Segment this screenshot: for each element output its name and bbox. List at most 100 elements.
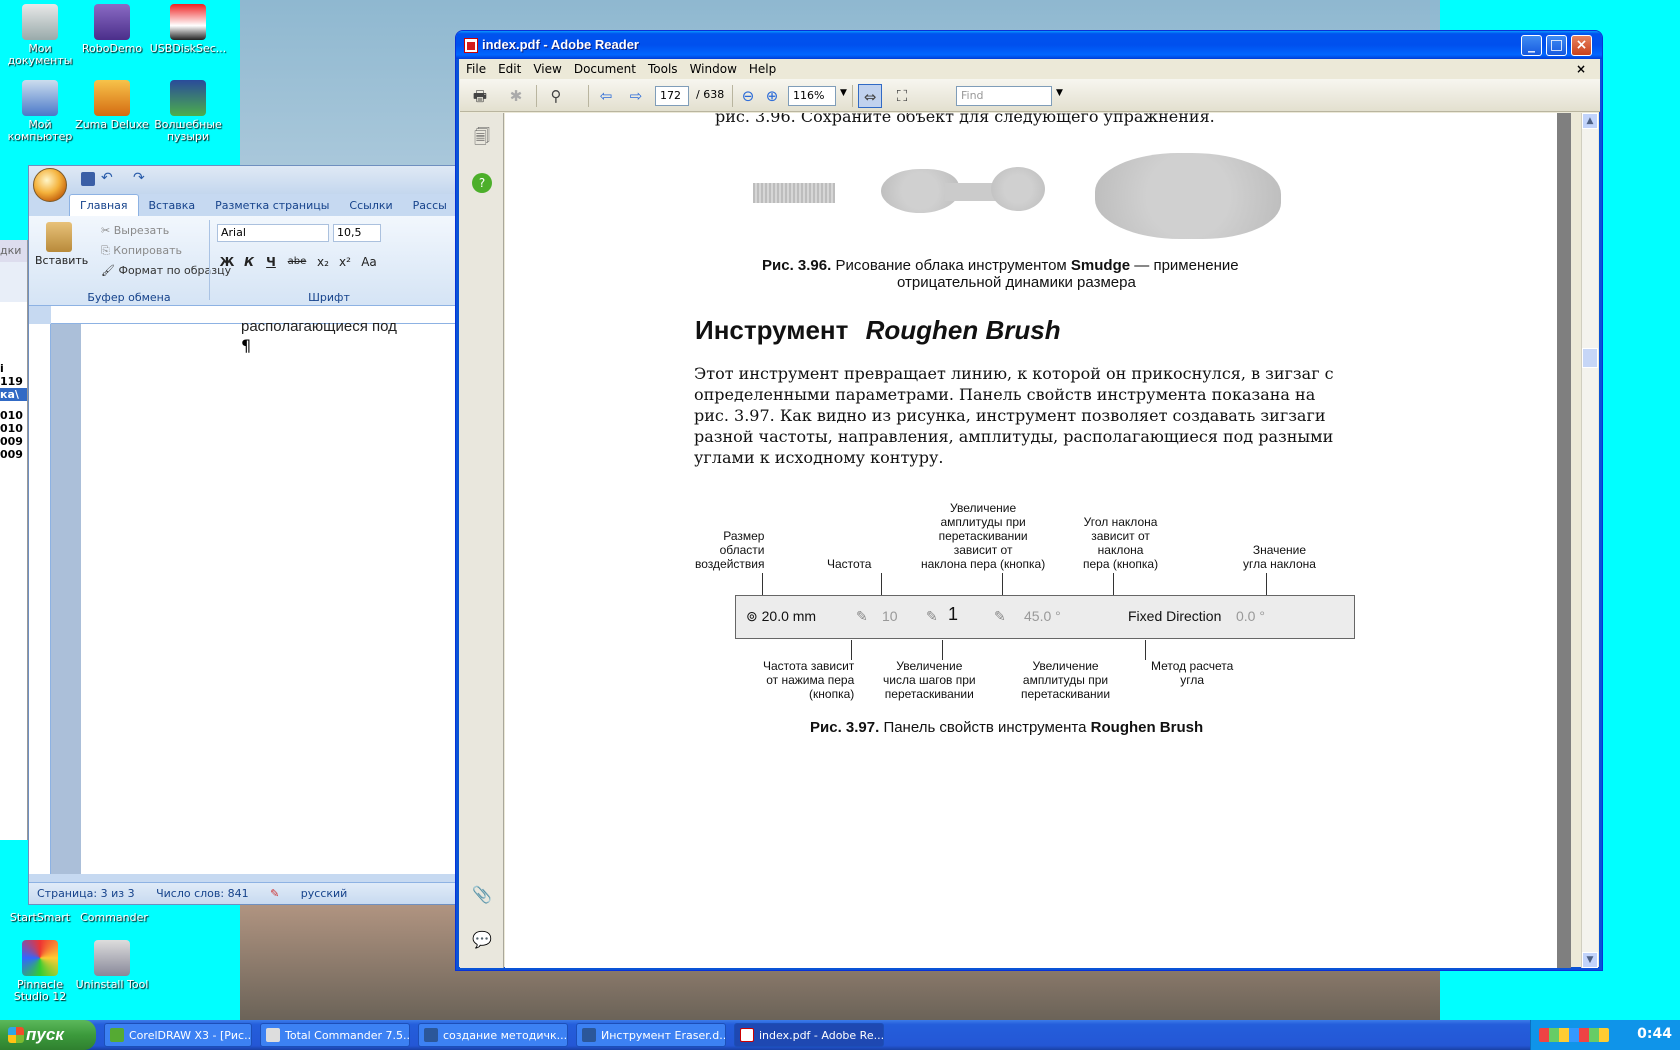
menu-window[interactable]: Window	[684, 59, 743, 79]
find-people-icon[interactable]: ⚲	[544, 84, 568, 108]
subscript-button[interactable]: x₂	[313, 252, 333, 272]
title-bar[interactable]: index.pdf - Adobe Reader _ □ ×	[456, 31, 1602, 59]
strikethrough-button[interactable]: abe	[287, 252, 307, 272]
desktop-icon-uninstall[interactable]: Uninstall Tool	[72, 940, 152, 991]
steps-value: 1	[948, 604, 959, 624]
paste-button[interactable]: Вставить	[35, 222, 88, 278]
save-icon[interactable]	[81, 172, 95, 186]
clock[interactable]: 0:44	[1637, 1026, 1672, 1042]
tab-insert[interactable]: Вставка	[139, 195, 206, 217]
fragment: ка\	[0, 388, 27, 401]
menu-view[interactable]: View	[527, 59, 567, 79]
find-input[interactable]: Find	[956, 86, 1052, 106]
page-number-input[interactable]: 172	[655, 86, 689, 106]
desktop-icon-bubbles[interactable]: Волшебные пузыри	[148, 80, 228, 143]
annotation-frequency: Частота	[827, 557, 872, 571]
scroll-down-icon[interactable]: ▼	[1582, 952, 1598, 968]
task-total-commander[interactable]: Total Commander 7.5...	[260, 1023, 410, 1047]
task-adobe-reader[interactable]: index.pdf - Adobe Re...	[734, 1023, 884, 1047]
attachment-icon[interactable]: 📎	[470, 883, 494, 907]
maximize-button[interactable]: □	[1546, 35, 1567, 56]
close-button[interactable]: ×	[1571, 35, 1592, 56]
desktop-icon-commander[interactable]: Commander	[74, 912, 154, 924]
tray-icons[interactable]	[1539, 1028, 1609, 1042]
caption-tool: Smudge	[1070, 257, 1131, 274]
print-icon[interactable]: 🖶	[468, 84, 492, 108]
spellcheck-icon[interactable]: ✎	[270, 887, 279, 900]
annotation-amp-drag: Увеличение амплитуды при перетаскивании	[1021, 659, 1110, 701]
chevron-down-icon[interactable]: ▼	[840, 88, 847, 98]
fit-width-icon[interactable]: ⇔	[858, 84, 882, 108]
superscript-button[interactable]: x²	[335, 252, 355, 272]
chevron-down-icon[interactable]: ▼	[1056, 88, 1063, 98]
desktop-icon-my-documents[interactable]: Мои документы	[0, 4, 80, 67]
scroll-up-icon[interactable]: ▲	[1582, 113, 1598, 129]
collaborate-icon[interactable]: ✱	[504, 84, 528, 108]
copy-button[interactable]: ⎘ Копировать	[101, 244, 182, 258]
pdf-page[interactable]: рис. 3.96. Сохраните объект для следующе…	[505, 113, 1557, 968]
previous-page-icon[interactable]: ⇦	[594, 84, 618, 108]
status-word-count[interactable]: Число слов: 841	[156, 887, 249, 900]
pages-icon[interactable]: 🗐	[470, 125, 494, 149]
vertical-scrollbar[interactable]: ▲ ▼	[1581, 113, 1598, 968]
change-case-button[interactable]: Aa	[359, 252, 379, 272]
frequency-value: 10	[882, 608, 898, 624]
angle-value: 45.0 °	[1024, 608, 1061, 624]
format-painter-button[interactable]: 🖌 Формат по образцу	[101, 264, 231, 277]
desktop-icon-startsmart[interactable]: StartSmart	[0, 912, 80, 924]
font-name-select[interactable]: Arial	[217, 224, 329, 242]
annotation-line: зависит от	[1091, 529, 1150, 543]
scroll-thumb[interactable]	[1582, 348, 1598, 368]
status-language[interactable]: русский	[301, 887, 348, 900]
toolbar-separator	[732, 85, 733, 107]
caption-number: Рис. 3.96.	[762, 257, 832, 274]
menu-edit[interactable]: Edit	[492, 59, 527, 79]
tab-references[interactable]: Ссылки	[339, 195, 402, 217]
zoom-out-icon[interactable]: ⊖	[736, 84, 760, 108]
document-page[interactable]: располагающиеся под ¶	[81, 318, 459, 874]
size-value: 20.0 mm	[761, 608, 817, 624]
page-number-value: 172	[660, 89, 681, 102]
redo-icon[interactable]: ↷	[133, 170, 145, 186]
desktop-icon-zuma[interactable]: Zuma Deluxe	[72, 80, 152, 131]
tab-home[interactable]: Главная	[69, 194, 139, 217]
toolbar-separator	[536, 85, 537, 107]
italic-button[interactable]: К	[239, 252, 259, 272]
font-size-select[interactable]: 10,5	[333, 224, 381, 242]
underline-button[interactable]: Ч	[261, 252, 281, 272]
tab-page-layout[interactable]: Разметка страницы	[205, 195, 339, 217]
undo-icon[interactable]: ↶	[101, 170, 113, 186]
document-close-icon[interactable]: ×	[1570, 59, 1592, 79]
ribbon-tabs: Главная Вставка Разметка страницы Ссылки Рас…	[69, 194, 457, 217]
annotation-line: угла наклона	[1243, 557, 1316, 571]
fragment: дки	[0, 240, 27, 262]
caption-text: Панель свойств инструмента	[883, 719, 1087, 736]
comments-icon[interactable]: 💬	[470, 928, 494, 952]
office-button[interactable]	[33, 168, 67, 202]
fit-page-icon[interactable]: ⛶	[890, 84, 914, 108]
task-word-doc[interactable]: создание методичк...	[418, 1023, 568, 1047]
next-page-icon[interactable]: ⇨	[624, 84, 648, 108]
menu-tools[interactable]: Tools	[642, 59, 684, 79]
task-eraser-doc[interactable]: Инструмент Eraser.d...	[576, 1023, 726, 1047]
menu-file[interactable]: File	[460, 59, 492, 79]
start-button[interactable]: пуск	[0, 1020, 96, 1050]
desktop-icon-my-computer[interactable]: Мой компьютер	[0, 80, 80, 143]
cut-button[interactable]: ✂ Вырезать	[101, 224, 169, 237]
tab-mailings[interactable]: Рассы	[403, 195, 457, 217]
desktop-icon-robodemo[interactable]: RoboDemo	[72, 4, 152, 55]
task-coreldraw[interactable]: CorelDRAW X3 - [Рис...	[104, 1023, 252, 1047]
bold-button[interactable]: Ж	[217, 252, 237, 272]
desktop-icon-pinnacle[interactable]: Pinnacle Studio 12	[0, 940, 80, 1003]
desktop-icon-usbdisksec[interactable]: USBDiskSec...	[148, 4, 228, 55]
annotation-angle-value: Значение угла наклона	[1243, 543, 1316, 571]
format-painter-label: Формат по образцу	[118, 264, 232, 277]
zoom-select[interactable]: 116%	[788, 86, 836, 106]
minimize-button[interactable]: _	[1521, 35, 1542, 56]
annotation-line: воздействия	[695, 557, 765, 571]
menu-help[interactable]: Help	[743, 59, 782, 79]
status-page[interactable]: Страница: 3 из 3	[37, 887, 135, 900]
zoom-in-icon[interactable]: ⊕	[760, 84, 784, 108]
menu-document[interactable]: Document	[568, 59, 642, 79]
help-icon[interactable]: ?	[472, 173, 492, 193]
